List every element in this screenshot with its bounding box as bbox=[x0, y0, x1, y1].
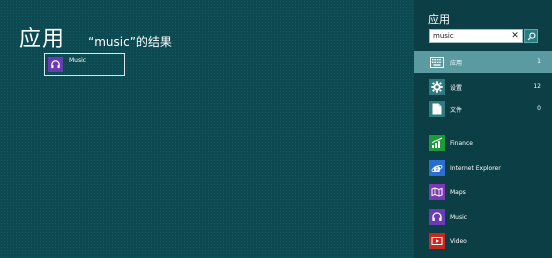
scope-count: 0 bbox=[537, 105, 541, 112]
app-music[interactable]: Music bbox=[414, 206, 552, 228]
headphones-icon bbox=[429, 209, 445, 225]
app-maps[interactable]: Maps bbox=[414, 181, 552, 203]
finance-icon bbox=[429, 135, 445, 151]
result-tile-music[interactable]: Music bbox=[44, 53, 125, 76]
clear-search-button[interactable]: ✕ bbox=[510, 30, 520, 42]
scope-settings[interactable]: 设置 12 bbox=[414, 76, 552, 98]
document-icon bbox=[429, 101, 445, 117]
app-label: Finance bbox=[450, 140, 473, 147]
scope-count: 12 bbox=[533, 83, 541, 90]
svg-text:e: e bbox=[433, 162, 440, 174]
video-icon bbox=[429, 233, 445, 249]
internet-explorer-icon: e bbox=[429, 160, 445, 176]
scope-label: 设置 bbox=[450, 85, 463, 92]
keyboard-icon bbox=[429, 54, 445, 70]
scope-apps[interactable]: 应用 1 bbox=[414, 51, 552, 73]
scope-label: 文件 bbox=[450, 107, 463, 114]
results-category-title: 应用 bbox=[19, 27, 66, 52]
gear-icon bbox=[429, 79, 445, 95]
app-video[interactable]: Video bbox=[414, 230, 552, 252]
result-tile-label: Music bbox=[69, 57, 87, 64]
pane-title: 应用 bbox=[428, 13, 450, 26]
maps-icon bbox=[429, 184, 445, 200]
headphones-icon bbox=[48, 57, 63, 72]
scope-files[interactable]: 文件 0 bbox=[414, 98, 552, 120]
app-finance[interactable]: Finance bbox=[414, 132, 552, 154]
scope-count: 1 bbox=[537, 58, 541, 65]
search-button[interactable] bbox=[524, 29, 538, 43]
app-label: Music bbox=[450, 214, 468, 221]
scope-label: 应用 bbox=[450, 60, 463, 67]
search-results-area: 应用 “music”的结果 Music bbox=[0, 0, 414, 258]
results-query-label: “music”的结果 bbox=[88, 35, 172, 49]
search-input[interactable] bbox=[431, 30, 511, 42]
search-box: ✕ bbox=[429, 29, 523, 43]
app-internet-explorer[interactable]: e Internet Explorer bbox=[414, 157, 552, 179]
app-label: Video bbox=[450, 238, 467, 245]
app-label: Internet Explorer bbox=[450, 165, 501, 172]
close-icon: ✕ bbox=[511, 31, 519, 41]
search-icon bbox=[527, 32, 535, 40]
results-heading: 应用 “music”的结果 bbox=[19, 21, 172, 52]
search-pane: 应用 ✕ 应用 1 bbox=[414, 0, 552, 258]
app-label: Maps bbox=[450, 189, 466, 196]
